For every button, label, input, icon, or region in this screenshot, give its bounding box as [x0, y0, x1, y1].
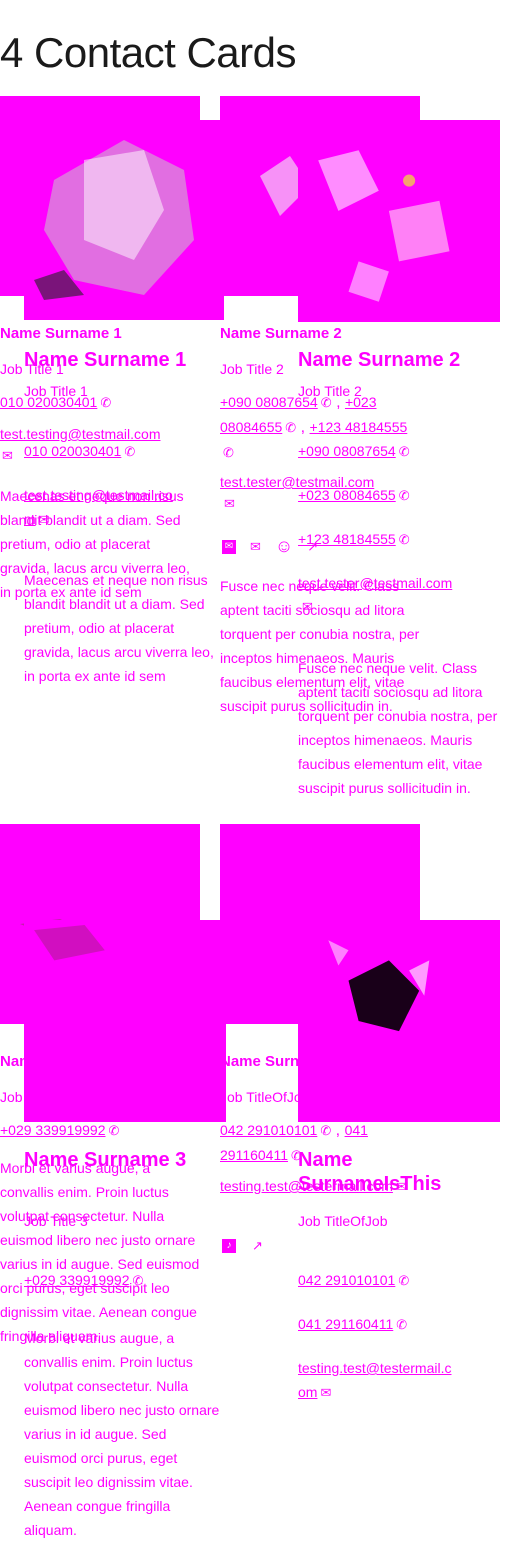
card-2-name-front: Name Surname 2 [298, 349, 461, 371]
card-1-description-front: Maecenas et neque non risus blandit blan… [24, 572, 214, 684]
phone-text: 042 291010101 [298, 1272, 396, 1288]
card-3-description-back: Morbi et varius augue, a convallis enim.… [0, 1160, 200, 1344]
mail-icon: ✉ [302, 599, 313, 614]
card-4-name-back: Name SurnameIsThis [220, 1053, 373, 1070]
phone-text: 010 020030401 [24, 443, 122, 459]
external-link-icon[interactable]: ↗ [252, 1238, 263, 1254]
card-4-photo-front [298, 920, 500, 1122]
phone-text: +023 08084655 [298, 487, 396, 503]
card-4-email-link-front[interactable]: testing.test@testermail.c om ✉ [298, 1360, 452, 1400]
phone-text: +029 339919992 [0, 1122, 106, 1138]
phone-icon: ✆ [285, 420, 297, 435]
card-4-name-front: Name SurnameIsThis [298, 1148, 441, 1196]
mail-icon: ✉ [320, 1385, 332, 1400]
mail-icon: ✉ [38, 512, 50, 527]
phone-text: +123 48184555 [309, 419, 408, 435]
mail-icon[interactable]: ✉ [250, 539, 261, 555]
phone-text: +123 48184555 [298, 531, 396, 547]
card-4-job-back: Job TitleOfJob [220, 1089, 310, 1105]
card-3-phone-link-front[interactable]: +029 339919992 ✆ [24, 1272, 143, 1288]
card-4-job-front: Job TitleOfJob [298, 1213, 388, 1229]
card-2-phone-3-front[interactable]: +123 48184555 ✆ [298, 531, 410, 547]
phone-icon: ✆ [398, 488, 410, 503]
card-4-phone-1-front[interactable]: 042 291010101 ✆ [298, 1272, 409, 1288]
card-3-phone-link-back[interactable]: +029 339919992 ✆ [0, 1122, 119, 1138]
card-1-photo-front [24, 120, 224, 320]
card-1-name-back: Name Surname 1 [0, 325, 122, 342]
card-1-email-link-front[interactable]: test.testing@testmail.co m ✉ [24, 487, 173, 527]
phone-icon: ✆ [398, 444, 410, 459]
phone-icon: ✆ [124, 444, 136, 459]
card-1-phone-link-front[interactable]: 010 020030401 ✆ [24, 443, 135, 459]
card-2-email-link-front[interactable]: test.tester@testmail.com [298, 575, 452, 591]
card-2-photo-front [298, 120, 500, 322]
card-3-name-back: Name Surname 3 [0, 1053, 122, 1070]
card-2-job-back: Job Title 2 [220, 361, 284, 377]
card-2-phone-2-front[interactable]: +023 08084655 ✆ [298, 487, 410, 503]
phone-icon: ✆ [398, 1273, 410, 1288]
email-text-line1: testing.test@testermail.c [298, 1360, 452, 1376]
card-4-phone-2-front[interactable]: 041 291160411 ✆ [298, 1316, 407, 1332]
card-3-name-front: Name Surname 3 [24, 1149, 187, 1171]
email-text-line1: test.testing@testmail.co [24, 487, 173, 503]
card-2-description-front: Fusce nec neque velit. Class aptent taci… [298, 660, 498, 796]
tiktok-icon[interactable]: ♪ [222, 1239, 236, 1253]
card-3-job-back: Job Title 3 [0, 1089, 64, 1105]
email-text-line2: om [298, 1384, 318, 1400]
phone-icon: ✆ [320, 1123, 332, 1138]
mail-box-icon[interactable]: ✉ [222, 539, 236, 554]
smiley-icon[interactable]: ☺ [275, 536, 293, 557]
email-text-line2: m [24, 511, 36, 527]
card-2-job-front: Job Title 2 [298, 383, 362, 399]
phone-text: 042 291010101 [220, 1122, 318, 1138]
phone-text: 041 291160411 [298, 1316, 394, 1332]
card-3-job-front: Job Title 3 [24, 1213, 88, 1229]
card-2-name-back: Name Surname 2 [220, 325, 342, 342]
card-2-phone-1-front[interactable]: +090 08087654 ✆ [298, 443, 410, 459]
card-1-job-front: Job Title 1 [24, 383, 88, 399]
card-3-description-front: Morbi et varius augue, a convallis enim.… [24, 1330, 220, 1538]
phone-icon: ✆ [396, 1317, 408, 1332]
card-4-phone-1-back[interactable]: 042 291010101 ✆ [220, 1122, 331, 1138]
mail-icon: ✉ [224, 496, 235, 511]
mail-icon: ✉ [2, 448, 13, 463]
phone-icon: ✆ [108, 1123, 120, 1138]
phone-icon: ✆ [100, 395, 112, 410]
phone-icon: ✆ [398, 532, 410, 547]
card-1-name-front: Name Surname 1 [24, 349, 187, 371]
name-line2: SurnameIsThis [298, 1173, 442, 1195]
phone-text: +090 08087654 [298, 443, 396, 459]
phone-icon: ✆ [223, 445, 234, 460]
page-title: 4 Contact Cards [0, 29, 296, 77]
phone-text: +029 339919992 [24, 1272, 130, 1288]
phone-icon: ✆ [132, 1273, 144, 1288]
name-line1: Name [298, 1149, 353, 1171]
